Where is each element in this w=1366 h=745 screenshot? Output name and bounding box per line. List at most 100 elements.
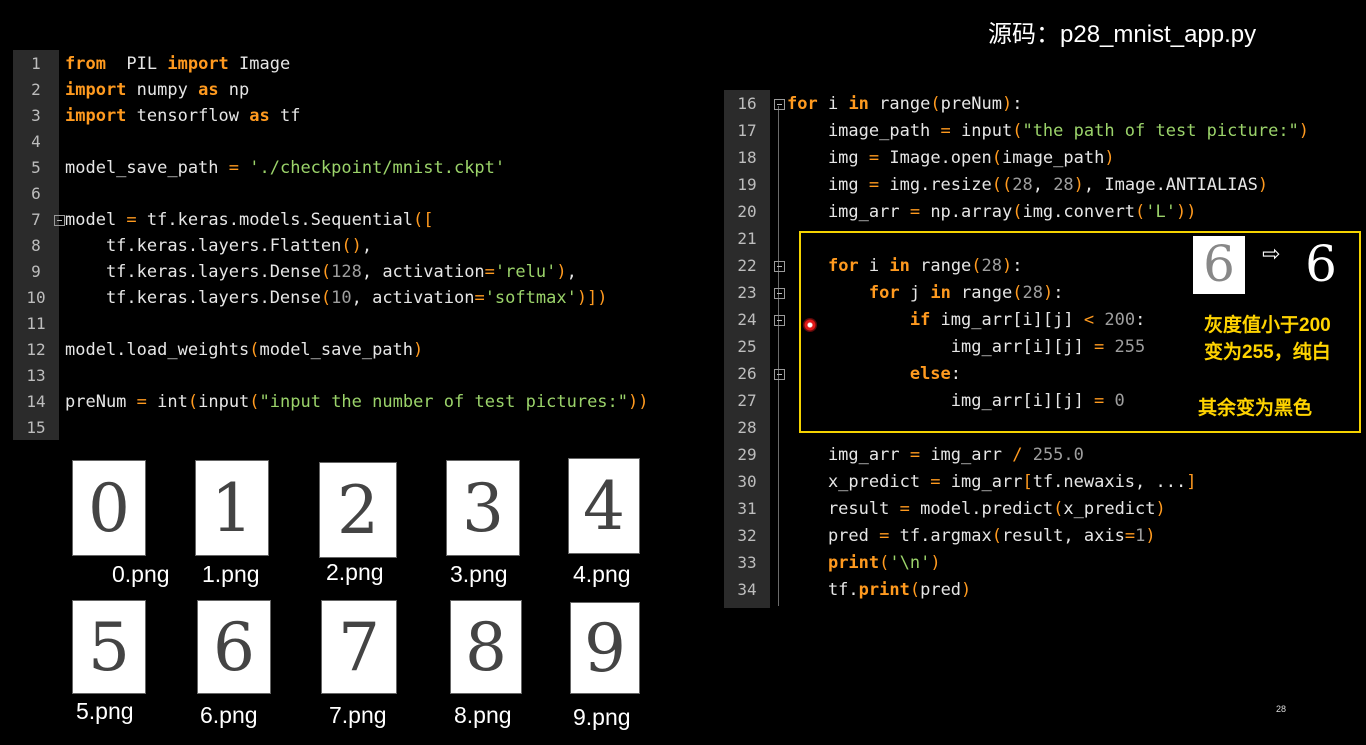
code-line[interactable]: 4 bbox=[13, 129, 703, 155]
code-line[interactable]: 7 model = tf.keras.models.Sequential([ bbox=[13, 207, 703, 233]
code-line[interactable]: 17 image_path = input("the path of test … bbox=[724, 118, 1364, 144]
code-token: ( bbox=[1012, 121, 1023, 141]
code-token: image_path bbox=[787, 121, 941, 141]
code-line[interactable]: 6 bbox=[13, 181, 703, 207]
digit-caption: 2.png bbox=[326, 559, 384, 585]
line-number: 15 bbox=[26, 418, 46, 437]
code-token: "input the number of test pictures:" bbox=[259, 392, 629, 412]
code-token: ( bbox=[320, 262, 332, 282]
code-token: = bbox=[879, 526, 890, 546]
code-line[interactable]: 13 bbox=[13, 363, 703, 389]
digit-image: 2 bbox=[319, 462, 397, 558]
line-number: 6 bbox=[31, 184, 41, 203]
code-token: = bbox=[930, 472, 941, 492]
code-token: img_arr bbox=[787, 445, 910, 465]
code-text: pred = tf.argmax(result, axis=1) bbox=[787, 523, 1156, 549]
digit-caption: 9.png bbox=[573, 704, 631, 730]
code-token: image_path bbox=[1001, 148, 1105, 168]
code-token: '\n' bbox=[889, 553, 931, 573]
code-token: : bbox=[1012, 94, 1023, 114]
code-token: () bbox=[341, 236, 362, 256]
fold-toggle-icon[interactable] bbox=[54, 215, 65, 226]
fold-toggle-icon[interactable] bbox=[774, 288, 785, 299]
code-text: img_arr = img_arr / 255.0 bbox=[787, 442, 1084, 468]
code-line[interactable]: 3 import tensorflow as tf bbox=[13, 103, 703, 129]
code-token: import bbox=[65, 80, 127, 100]
code-token: ) bbox=[1104, 148, 1115, 168]
code-token: ( bbox=[320, 288, 332, 308]
code-token: './checkpoint/mnist.ckpt' bbox=[249, 158, 506, 178]
code-token: model_save_path bbox=[259, 340, 414, 360]
page-number: 28 bbox=[1276, 704, 1287, 714]
code-line[interactable]: 16 for i in range(preNum): bbox=[724, 91, 1364, 117]
code-token: 28 bbox=[1012, 175, 1033, 195]
code-line[interactable]: 10 tf.keras.layers.Dense(10, activation=… bbox=[13, 285, 703, 311]
code-line[interactable]: 14 preNum = int(input("input the number o… bbox=[13, 389, 703, 415]
fold-toggle-icon[interactable] bbox=[774, 99, 785, 110]
before-digit: 6 bbox=[1203, 235, 1235, 293]
code-token: img bbox=[787, 175, 869, 195]
code-line[interactable]: 32 pred = tf.argmax(result, axis=1) bbox=[724, 523, 1364, 549]
fold-toggle-icon[interactable] bbox=[774, 261, 785, 272]
code-text: model.load_weights(model_save_path) bbox=[65, 337, 423, 363]
code-token: , activation bbox=[351, 288, 475, 308]
code-token: tensorflow bbox=[126, 106, 250, 126]
line-number: 27 bbox=[737, 391, 757, 410]
code-line[interactable]: 20 img_arr = np.array(img.convert('L')) bbox=[724, 199, 1364, 225]
code-text: model_save_path = './checkpoint/mnist.ck… bbox=[65, 155, 505, 181]
digit-image: 6 bbox=[197, 600, 271, 694]
code-text: preNum = int(input("input the number of … bbox=[65, 389, 649, 415]
code-token: = bbox=[228, 158, 240, 178]
code-token: 10 bbox=[331, 288, 352, 308]
fold-toggle-icon[interactable] bbox=[774, 315, 785, 326]
line-number: 20 bbox=[737, 202, 757, 221]
code-token: import bbox=[65, 106, 127, 126]
code-line[interactable]: 8 tf.keras.layers.Flatten(), bbox=[13, 233, 703, 259]
code-token: ( bbox=[991, 148, 1002, 168]
line-number: 18 bbox=[737, 148, 757, 167]
code-token: result, axis bbox=[1001, 526, 1125, 546]
left-code-editor[interactable]: 1 from PIL import Image 2 import numpy as n… bbox=[13, 50, 703, 440]
code-token: = bbox=[1124, 526, 1136, 546]
code-token: print bbox=[827, 553, 880, 573]
code-line[interactable]: 31 result = model.predict(x_predict) bbox=[724, 496, 1364, 522]
code-line[interactable]: 1 from PIL import Image bbox=[13, 51, 703, 77]
code-token: range bbox=[868, 94, 931, 114]
code-line[interactable]: 29 img_arr = img_arr / 255.0 bbox=[724, 442, 1364, 468]
after-digit: 6 bbox=[1305, 235, 1337, 293]
code-token: (( bbox=[991, 175, 1013, 195]
code-line[interactable]: 33 print('\n') bbox=[724, 550, 1364, 576]
code-token: ) bbox=[1002, 94, 1013, 114]
annotation-to-white: 变为255，纯白 bbox=[1204, 342, 1331, 363]
code-line[interactable]: 18 img = Image.open(image_path) bbox=[724, 145, 1364, 171]
code-token: input bbox=[950, 121, 1013, 141]
code-line[interactable]: 30 x_predict = img_arr[tf.newaxis, ...] bbox=[724, 469, 1364, 495]
code-token: = bbox=[899, 499, 910, 519]
line-number: 32 bbox=[737, 526, 757, 545]
code-token: ) bbox=[1145, 526, 1156, 546]
code-line[interactable]: 19 img = img.resize((28, 28), Image.ANTI… bbox=[724, 172, 1364, 198]
code-token: PIL bbox=[105, 54, 168, 74]
code-token: import bbox=[167, 54, 229, 74]
code-line[interactable]: 15 bbox=[13, 415, 703, 441]
code-line[interactable]: 34 tf.print(pred) bbox=[724, 577, 1364, 603]
fold-toggle-icon[interactable] bbox=[774, 369, 785, 380]
line-number: 22 bbox=[737, 256, 757, 275]
line-number: 5 bbox=[31, 158, 41, 177]
code-token: tf bbox=[269, 106, 301, 126]
code-token: img.convert bbox=[1022, 202, 1136, 222]
code-line[interactable]: 12 model.load_weights(model_save_path) bbox=[13, 337, 703, 363]
code-line[interactable]: 2 import numpy as np bbox=[13, 77, 703, 103]
code-token: ] bbox=[1186, 472, 1197, 492]
code-token: ) bbox=[961, 580, 972, 600]
code-line[interactable]: 5 model_save_path = './checkpoint/mnist.c… bbox=[13, 155, 703, 181]
digit-caption: 6.png bbox=[200, 702, 258, 728]
code-token: as bbox=[249, 106, 270, 126]
code-token: , bbox=[1032, 175, 1054, 195]
code-text: img = img.resize((28, 28), Image.ANTIALI… bbox=[787, 172, 1268, 198]
line-number: 30 bbox=[737, 472, 757, 491]
code-line[interactable]: 11 bbox=[13, 311, 703, 337]
code-line[interactable]: 9 tf.keras.layers.Dense(128, activation=… bbox=[13, 259, 703, 285]
code-token: preNum bbox=[940, 94, 1003, 114]
